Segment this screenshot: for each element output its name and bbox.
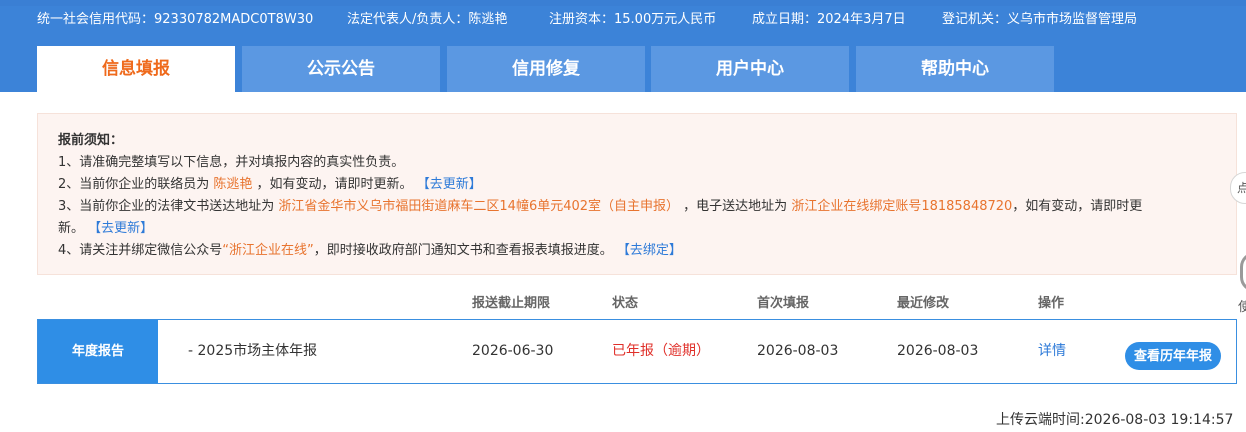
bind-wechat-link[interactable]: 【去绑定】 bbox=[617, 243, 682, 258]
main-tabs: 信息填报 公示公告 信用修复 用户中心 帮助中心 bbox=[0, 46, 1246, 92]
header-first-filing: 首次填报 bbox=[757, 296, 810, 311]
detail-link[interactable]: 详情 bbox=[1038, 320, 1066, 383]
header-banner: 统一社会信用代码：92330782MADC0T8W30 法定代表人/负责人：陈逃… bbox=[0, 0, 1246, 92]
legal-address: 浙江省金华市义乌市福田街道麻车二区14幢6单元402室（自主申报） bbox=[278, 199, 680, 214]
electronic-address: 浙江企业在线绑定账号18185848720 bbox=[791, 199, 1013, 214]
registration-authority: 登记机关：义乌市市场监督管理局 bbox=[942, 12, 1138, 27]
header-status: 状态 bbox=[612, 296, 639, 311]
notice-line-1: 1、请准确完整填写以下信息，并对填报内容的真实性负责。 bbox=[58, 152, 1216, 174]
upload-time: 上传云端时间:2026-08-03 19:14:57 bbox=[996, 412, 1234, 428]
tab-credit-repair[interactable]: 信用修复 bbox=[447, 46, 645, 92]
report-name: - 2025市场主体年报 bbox=[188, 343, 318, 359]
notice-line-4: 4、请关注并绑定微信公众号“浙江企业在线”，即时接收政府部门通知文书和查看报表填… bbox=[58, 240, 1216, 262]
header-last-modified: 最近修改 bbox=[897, 296, 950, 311]
tab-announcements[interactable]: 公示公告 bbox=[242, 46, 440, 92]
tab-help-center[interactable]: 帮助中心 bbox=[856, 46, 1054, 92]
view-history-reports-button[interactable]: 查看历年年报 bbox=[1125, 342, 1221, 370]
table-row: 年度报告 - 2025市场主体年报 2026-06-30 已年报（逾期） 202… bbox=[37, 319, 1237, 384]
notice-title: 报前须知： bbox=[58, 133, 124, 148]
tab-info-filing[interactable]: 信息填报 bbox=[37, 46, 235, 92]
notice-line-3: 3、当前你企业的法律文书送达地址为 浙江省金华市义乌市福田街道麻车二区14幢6单… bbox=[58, 196, 1216, 218]
annual-report-label: 年度报告 bbox=[38, 320, 158, 383]
notice-line-4-post: ，即时接收政府部门通知文书和查看报表填报进度。 bbox=[313, 243, 613, 258]
legal-representative: 法定代表人/负责人：陈逃艳 bbox=[347, 12, 508, 27]
header-action: 操作 bbox=[1038, 296, 1065, 311]
notice-line-3-post: ，如有变动，请即时更 bbox=[1012, 199, 1143, 214]
notice-line-3b: 新。 【去更新】 bbox=[58, 218, 1216, 240]
notice-line-4-pre: 4、请关注并绑定微信公众号 bbox=[58, 243, 223, 258]
deadline-value: 2026-06-30 bbox=[472, 343, 554, 359]
notice-line-2-post: ，如有变动，请即时更新。 bbox=[252, 177, 413, 192]
notice-line-1-text: 1、请准确完整填写以下信息，并对填报内容的真实性负责。 bbox=[58, 155, 405, 170]
side-label: 使 bbox=[1238, 300, 1246, 315]
company-info-bar: 统一社会信用代码：92330782MADC0T8W30 法定代表人/负责人：陈逃… bbox=[0, 9, 1246, 31]
credit-code: 统一社会信用代码：92330782MADC0T8W30 bbox=[37, 12, 314, 27]
floating-circle-button[interactable] bbox=[1240, 252, 1246, 292]
update-address-link[interactable]: 【去更新】 bbox=[88, 221, 153, 236]
notice-line-2: 2、当前你企业的联络员为 陈逃艳 ，如有变动，请即时更新。 【去更新】 bbox=[58, 174, 1216, 196]
registered-capital: 注册资本：15.00万元人民币 bbox=[549, 12, 717, 27]
header-deadline: 报送截止期限 bbox=[472, 296, 551, 311]
notice-box: 报前须知： 1、请准确完整填写以下信息，并对填报内容的真实性负责。 2、当前你企… bbox=[37, 113, 1237, 275]
first-filing-date: 2026-08-03 bbox=[757, 343, 839, 359]
notice-line-3b-pre: 新。 bbox=[58, 221, 85, 236]
update-liaison-link[interactable]: 【去更新】 bbox=[417, 177, 482, 192]
liaison-name: 陈逃艳 bbox=[213, 177, 253, 192]
notice-line-3-mid: ，电子送达地址为 bbox=[679, 199, 792, 214]
status-badge: 已年报（逾期） bbox=[612, 343, 710, 359]
notice-line-2-pre: 2、当前你企业的联络员为 bbox=[58, 177, 214, 192]
notice-line-3-pre: 3、当前你企业的法律文书送达地址为 bbox=[58, 199, 279, 214]
wechat-account-name: “浙江企业在线” bbox=[222, 243, 314, 258]
title-strip bbox=[0, 0, 1246, 6]
founded-date: 成立日期：2024年3月7日 bbox=[752, 12, 906, 27]
tab-user-center[interactable]: 用户中心 bbox=[651, 46, 849, 92]
last-modified-date: 2026-08-03 bbox=[897, 343, 979, 359]
